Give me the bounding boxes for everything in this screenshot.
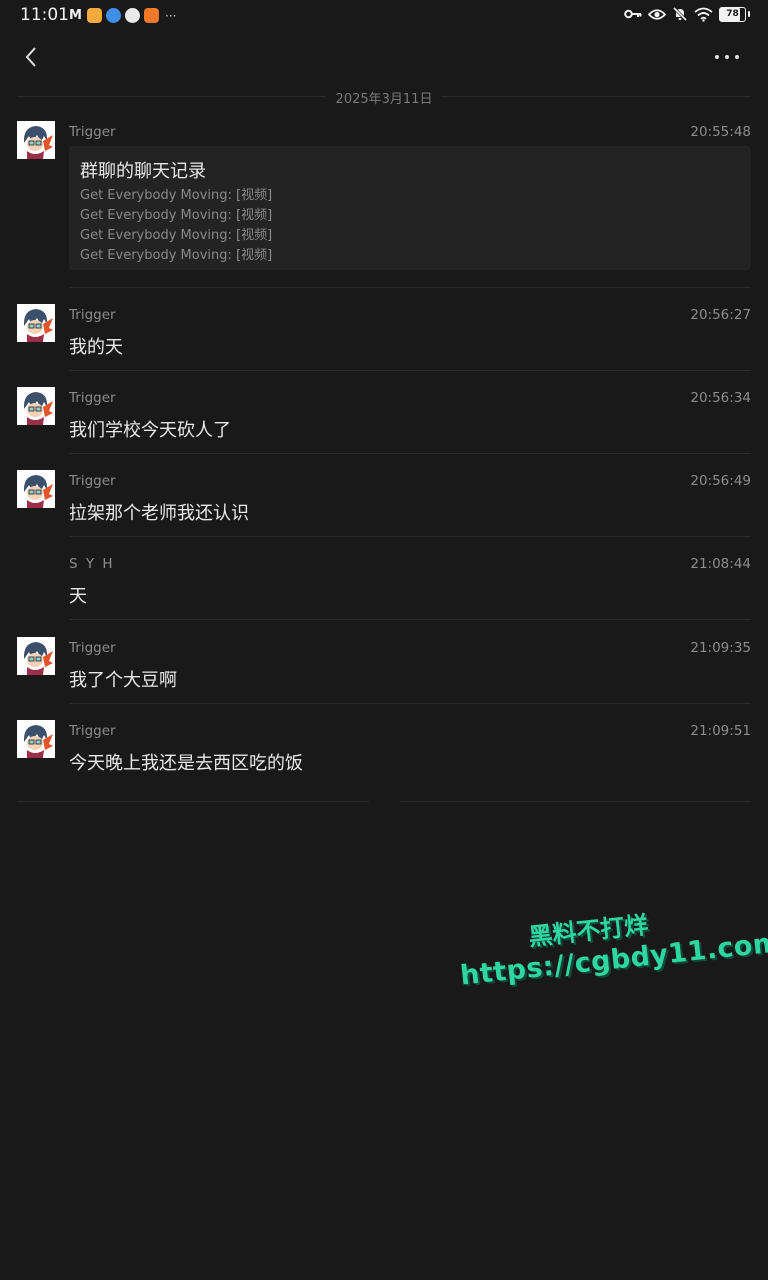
message-separator xyxy=(69,370,751,371)
chat-record-title: 群聊的聊天记录 xyxy=(80,161,206,182)
avatar[interactable] xyxy=(17,121,55,159)
message-item[interactable]: Trigger 21:09:35 我了个大豆啊 xyxy=(17,637,751,704)
sender-name: S Y H xyxy=(69,556,115,572)
message-text: 天 xyxy=(69,586,87,607)
system-icons: 78 xyxy=(624,6,750,22)
end-divider-line xyxy=(400,801,751,802)
chat-record-card[interactable]: 群聊的聊天记录 Get Everybody Moving: [视频] Get E… xyxy=(69,146,751,270)
more-dot-icon xyxy=(735,55,739,59)
chat-record-line: Get Everybody Moving: [视频] xyxy=(80,188,273,203)
avatar[interactable] xyxy=(17,637,55,675)
wifi-icon xyxy=(694,7,713,22)
message-time: 21:08:44 xyxy=(690,556,751,572)
mute-bell-icon xyxy=(672,6,688,22)
watermark: 黑料不打烊 https://cgbdy11.com xyxy=(455,895,768,992)
avatar[interactable] xyxy=(17,720,55,758)
status-bar: 11:01 M ··· 78 xyxy=(0,0,768,32)
battery-icon: 78 xyxy=(719,6,746,22)
chat-record-line: Get Everybody Moving: [视频] xyxy=(80,208,273,223)
avatar[interactable] xyxy=(17,387,55,425)
sender-name: Trigger xyxy=(69,307,116,323)
message-time: 20:56:34 xyxy=(690,390,751,406)
sender-name: Trigger xyxy=(69,124,116,140)
status-time: 11:01 xyxy=(20,5,69,25)
sender-name: Trigger xyxy=(69,640,116,656)
more-notifications-icon: ··· xyxy=(165,8,177,23)
chat-history-screen: 11:01 M ··· 78 2025年3月11日 Trigger 20:55:… xyxy=(0,0,768,1280)
chat-record-line: Get Everybody Moving: [视频] xyxy=(80,228,273,243)
end-divider-line xyxy=(17,801,369,802)
app-notification-icon xyxy=(87,8,102,23)
message-separator xyxy=(69,703,751,704)
divider-line xyxy=(441,96,751,97)
video-notification-icon xyxy=(144,8,159,23)
qq-notification-icon xyxy=(125,8,140,23)
message-separator xyxy=(69,287,751,288)
message-separator xyxy=(69,453,751,454)
message-time: 20:55:48 xyxy=(690,124,751,140)
avatar[interactable] xyxy=(17,470,55,508)
eye-icon xyxy=(648,8,666,20)
battery-level: 78 xyxy=(726,8,739,19)
date-divider: 2025年3月11日 xyxy=(17,86,751,107)
more-options-button[interactable] xyxy=(710,46,744,68)
sender-name: Trigger xyxy=(69,473,116,489)
mail-icon: M xyxy=(69,8,82,23)
key-icon xyxy=(624,9,642,19)
chat-record-line: Get Everybody Moving: [视频] xyxy=(80,248,273,263)
message-item[interactable]: Trigger 20:56:27 我的天 xyxy=(17,304,751,371)
more-dot-icon xyxy=(715,55,719,59)
message-text: 我了个大豆啊 xyxy=(69,670,177,691)
sender-name: Trigger xyxy=(69,390,116,406)
message-text: 拉架那个老师我还认识 xyxy=(69,503,249,524)
message-time: 20:56:27 xyxy=(690,307,751,323)
message-text: 我们学校今天砍人了 xyxy=(69,420,231,441)
battery-cap xyxy=(748,11,750,17)
back-button[interactable] xyxy=(20,42,44,72)
message-text: 我的天 xyxy=(69,337,123,358)
message-separator xyxy=(69,536,751,537)
message-item[interactable]: S Y H 21:08:44 天 xyxy=(17,553,751,620)
message-item[interactable]: Trigger 20:56:49 拉架那个老师我还认识 xyxy=(17,470,751,537)
avatar[interactable] xyxy=(17,304,55,342)
browser-notification-icon xyxy=(106,8,121,23)
message-item[interactable]: Trigger 20:55:48 群聊的聊天记录 Get Everybody M… xyxy=(17,121,751,288)
more-dot-icon xyxy=(725,55,729,59)
message-time: 21:09:51 xyxy=(690,723,751,739)
message-item[interactable]: Trigger 20:56:34 我们学校今天砍人了 xyxy=(17,387,751,454)
notification-icons: M ··· xyxy=(68,8,176,23)
sender-name: Trigger xyxy=(69,723,116,739)
message-item[interactable]: Trigger 21:09:51 今天晚上我还是去西区吃的饭 xyxy=(17,720,751,786)
chevron-left-icon xyxy=(25,47,36,67)
message-separator xyxy=(69,619,751,620)
message-time: 20:56:49 xyxy=(690,473,751,489)
message-time: 21:09:35 xyxy=(690,640,751,656)
message-text: 今天晚上我还是去西区吃的饭 xyxy=(69,753,303,774)
date-label: 2025年3月11日 xyxy=(335,92,433,107)
